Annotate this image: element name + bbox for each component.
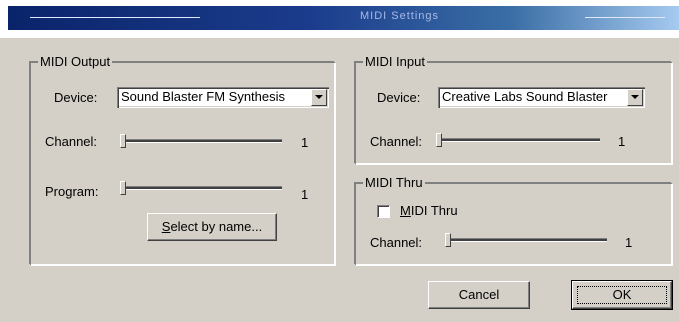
output-program-label: Program: <box>45 184 99 199</box>
input-channel-label: Channel: <box>370 134 423 149</box>
slider-track <box>120 139 282 143</box>
slider-thumb[interactable] <box>120 134 126 148</box>
thru-channel-label: Channel: <box>370 235 423 250</box>
slider-track <box>120 186 282 190</box>
window-title: MIDI Settings <box>360 10 440 22</box>
midi-input-group: MIDI Input Device: Creative Labs Sound B… <box>355 54 672 164</box>
slider-track <box>445 238 607 242</box>
input-channel-slider[interactable] <box>436 133 600 147</box>
output-channel-value: 1 <box>301 135 309 150</box>
title-bar-decoration <box>30 17 200 18</box>
midi-thru-checkbox[interactable] <box>377 205 390 218</box>
title-bar-decoration <box>585 17 665 18</box>
slider-track <box>436 138 600 142</box>
slider-thumb[interactable] <box>436 133 442 147</box>
chevron-down-icon[interactable] <box>627 89 643 106</box>
midi-settings-dialog: MIDI Output Device: Sound Blaster FM Syn… <box>0 38 679 322</box>
input-channel-value: 1 <box>618 134 626 149</box>
focus-rect <box>577 286 667 304</box>
input-device-label: Device: <box>377 90 421 105</box>
midi-input-legend: MIDI Input <box>363 54 427 69</box>
midi-thru-legend: MIDI Thru <box>363 175 425 190</box>
select-by-name-button[interactable]: Select by name... <box>147 213 277 241</box>
midi-output-legend: MIDI Output <box>38 54 113 69</box>
output-program-slider[interactable] <box>120 181 282 195</box>
output-channel-label: Channel: <box>45 134 98 149</box>
thru-channel-value: 1 <box>625 235 633 250</box>
slider-thumb[interactable] <box>445 233 451 247</box>
midi-thru-label-rest: IDI Thru <box>410 203 458 218</box>
midi-thru-group: MIDI Thru MIDI Thru Channel: 1 <box>355 175 672 265</box>
input-device-select[interactable]: Creative Labs Sound Blaster <box>438 87 645 108</box>
input-device-value: Creative Labs Sound Blaster <box>442 89 608 104</box>
midi-thru-checkbox-label[interactable]: MIDI Thru <box>400 203 458 218</box>
output-program-value: 1 <box>301 187 309 202</box>
midi-thru-accel: M <box>400 203 411 218</box>
select-by-name-label: elect by name... <box>170 219 263 234</box>
output-device-value: Sound Blaster FM Synthesis <box>121 89 286 104</box>
chevron-down-icon[interactable] <box>311 89 327 106</box>
thru-channel-slider[interactable] <box>445 233 607 247</box>
slider-thumb[interactable] <box>120 181 126 195</box>
title-bar-band <box>8 6 679 30</box>
title-bar[interactable]: MIDI Settings <box>0 0 679 38</box>
output-channel-slider[interactable] <box>120 134 282 148</box>
cancel-button[interactable]: Cancel <box>428 281 530 309</box>
output-device-label: Device: <box>54 90 98 105</box>
output-device-select[interactable]: Sound Blaster FM Synthesis <box>117 87 329 108</box>
ok-button[interactable]: OK <box>571 280 673 310</box>
midi-output-group: MIDI Output Device: Sound Blaster FM Syn… <box>30 54 335 265</box>
